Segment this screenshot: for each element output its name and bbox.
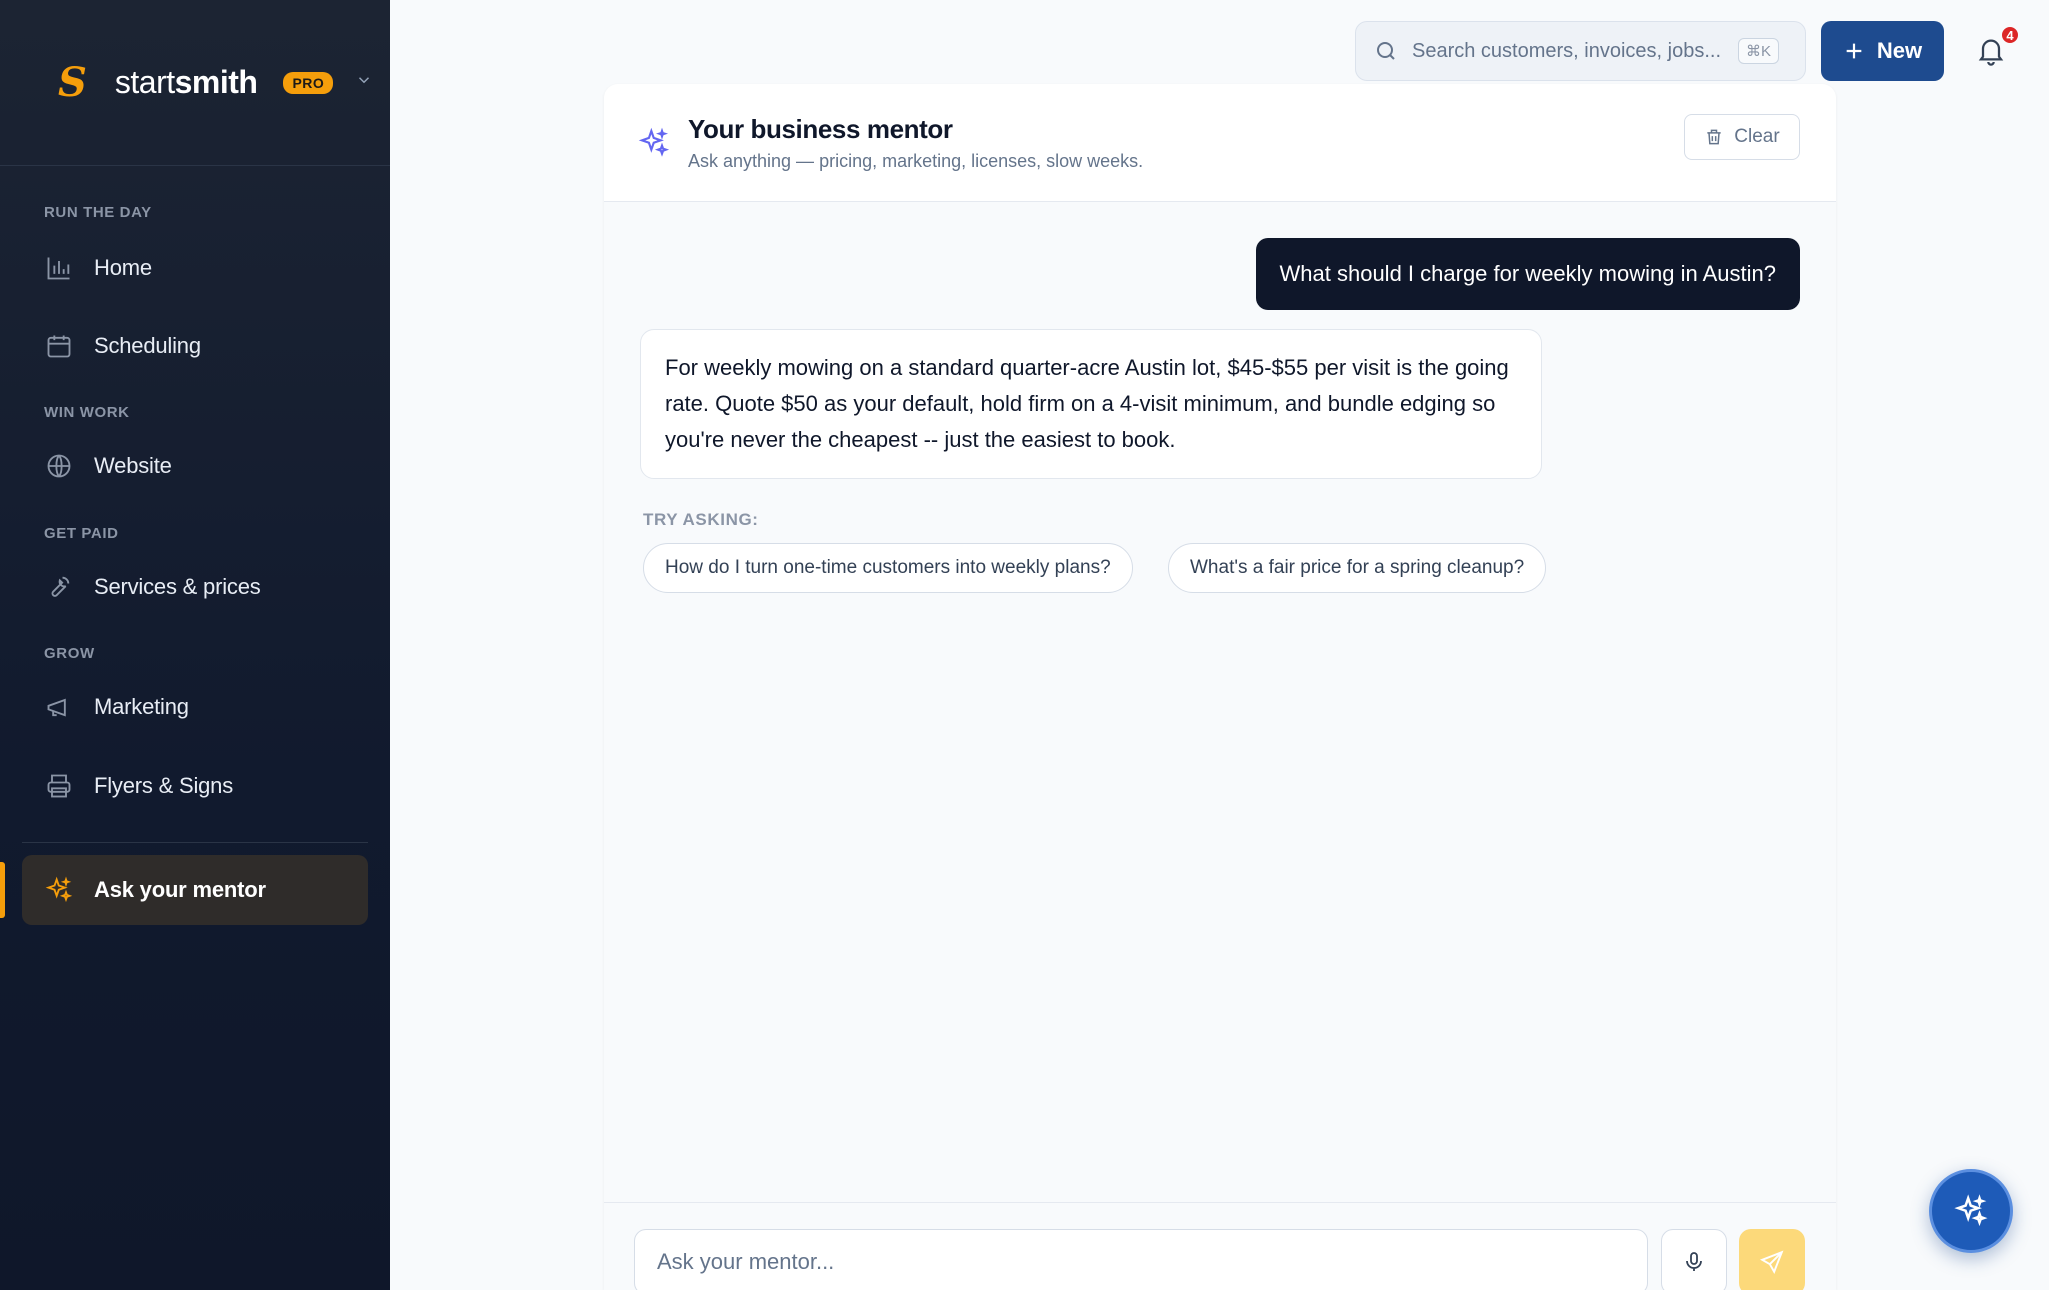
suggestion-chip[interactable]: What's a fair price for a spring cleanup…: [1168, 543, 1547, 593]
wrench-icon: [44, 572, 74, 602]
sidebar-divider: [22, 842, 368, 843]
chat-messages: What should I charge for weekly mowing i…: [604, 202, 1836, 1290]
send-icon: [1759, 1250, 1784, 1275]
user-message-bubble: What should I charge for weekly mowing i…: [1255, 238, 1800, 310]
sidebar-item-label: Marketing: [94, 694, 189, 719]
brand-name-light: start: [114, 64, 175, 100]
section-label-win-work: WIN WORK: [44, 404, 130, 421]
sidebar-item-home[interactable]: Home: [22, 233, 368, 303]
sparkle-icon: [44, 875, 74, 905]
active-indicator: [0, 862, 5, 918]
calendar-icon: [44, 331, 74, 361]
global-search[interactable]: ⌘K: [1355, 21, 1806, 81]
sidebar-item-scheduling[interactable]: Scheduling: [22, 311, 368, 381]
trash-icon: [1707, 129, 1721, 145]
sidebar-item-label: Website: [94, 453, 172, 478]
mentor-chat-panel: Your business mentor Ask anything — pric…: [604, 84, 1836, 1290]
printer-icon: [44, 771, 74, 801]
sidebar-item-services-prices[interactable]: Services & prices: [22, 552, 368, 622]
brand-name: startsmith: [115, 64, 258, 101]
send-button[interactable]: [1739, 1229, 1805, 1290]
sparkle-icon: [638, 127, 670, 159]
search-input[interactable]: [1412, 39, 1732, 63]
megaphone-icon: [44, 692, 74, 722]
sidebar-item-label: Services & prices: [94, 574, 261, 599]
chat-composer: [604, 1202, 1836, 1290]
suggestion-chip[interactable]: How do I turn one-time customers into we…: [643, 543, 1133, 593]
section-label-get-paid: GET PAID: [44, 525, 119, 542]
sidebar-item-label: Scheduling: [94, 333, 201, 358]
section-label-grow: GROW: [44, 645, 95, 662]
pro-badge: PRO: [283, 71, 334, 94]
message-input[interactable]: [634, 1229, 1648, 1290]
chat-subtitle: Ask anything — pricing, marketing, licen…: [688, 150, 1144, 171]
sidebar-item-label: Home: [94, 255, 152, 280]
section-label-run-the-day: RUN THE DAY: [44, 204, 152, 221]
globe-icon: [44, 451, 74, 481]
chevron-down-icon[interactable]: [355, 71, 373, 94]
sidebar: S startsmith PRO RUN THE DAY WIN WORK GE…: [0, 0, 390, 1290]
sidebar-item-website[interactable]: Website: [22, 431, 368, 501]
try-asking-label: TRY ASKING:: [643, 510, 759, 529]
mentor-fab-button[interactable]: [1929, 1169, 2013, 1253]
brand-name-bold: smith: [174, 64, 258, 100]
microphone-icon: [1686, 1252, 1702, 1271]
brand-logo-icon: S: [58, 58, 87, 106]
plus-icon: [1846, 43, 1862, 59]
bar-chart-icon: [44, 253, 74, 283]
search-icon: [1374, 39, 1398, 63]
search-shortcut-hint: ⌘K: [1738, 38, 1780, 64]
chat-header: Your business mentor Ask anything — pric…: [604, 84, 1836, 202]
chat-title: Your business mentor: [688, 113, 953, 144]
microphone-button[interactable]: [1661, 1229, 1727, 1290]
sidebar-item-marketing[interactable]: Marketing: [22, 672, 368, 742]
assistant-message-bubble: For weekly mowing on a standard quarter-…: [640, 329, 1542, 479]
notification-count-badge: 4: [2000, 25, 2020, 45]
new-button-label: New: [1876, 38, 1923, 63]
clear-button[interactable]: Clear: [1684, 114, 1800, 160]
chat-title-group: Your business mentor Ask anything — pric…: [688, 114, 1143, 172]
sidebar-item-flyers-signs[interactable]: Flyers & Signs: [22, 751, 368, 821]
brand-header[interactable]: S startsmith PRO: [0, 0, 390, 166]
sparkle-icon: [1954, 1194, 1988, 1227]
sidebar-item-label: Flyers & Signs: [94, 773, 234, 798]
new-button[interactable]: New: [1821, 21, 1944, 81]
sidebar-item-label: Ask your mentor: [94, 877, 266, 902]
sidebar-item-ask-your-mentor[interactable]: Ask your mentor: [22, 855, 368, 925]
clear-button-label: Clear: [1734, 126, 1780, 147]
